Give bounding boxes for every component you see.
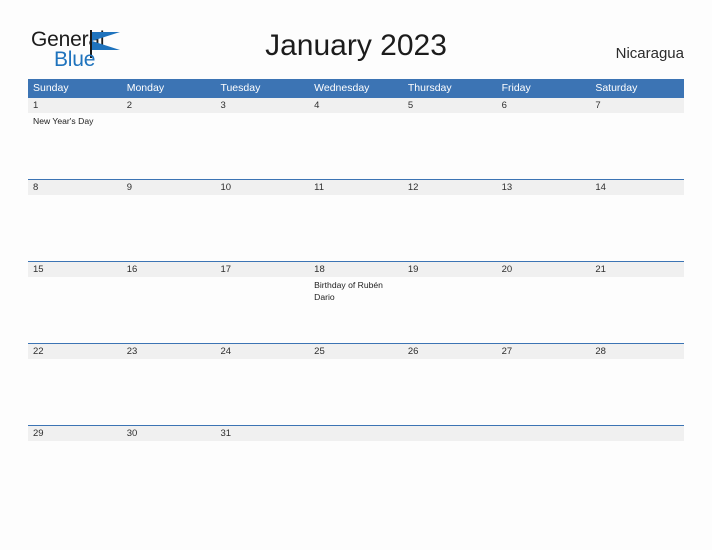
day-number: 3 xyxy=(220,100,226,111)
day-number: 13 xyxy=(501,182,513,193)
weekday-header-thursday: Thursday xyxy=(407,82,452,94)
day-number: 22 xyxy=(33,346,44,357)
day-number: 15 xyxy=(33,264,44,275)
day-cell[interactable]: 27 xyxy=(497,344,591,425)
page-title: January 2023 xyxy=(265,29,447,62)
day-number: 28 xyxy=(595,346,606,357)
day-cell[interactable]: 30 xyxy=(122,426,216,507)
day-cell[interactable]: 17 xyxy=(215,262,309,343)
calendar-grid: Sunday Monday Tuesday Wednesday Thursday… xyxy=(28,79,684,507)
day-number: 7 xyxy=(595,100,601,111)
day-cell[interactable]: 1 New Year's Day xyxy=(28,98,122,179)
day-cell[interactable]: 21 xyxy=(590,262,684,343)
day-cell[interactable]: 18 Birthday of Rubén Dario xyxy=(309,262,403,343)
day-number: 16 xyxy=(126,264,138,275)
page-header: General Blue January 2023 Nicaragua xyxy=(0,0,712,76)
day-cell[interactable]: 6 xyxy=(497,98,591,179)
day-cell[interactable]: 24 xyxy=(215,344,309,425)
day-cell-empty xyxy=(309,426,403,507)
day-cell[interactable]: 19 xyxy=(403,262,497,343)
day-number: 10 xyxy=(220,182,232,193)
day-cell[interactable]: 12 xyxy=(403,180,497,261)
day-cell[interactable]: 13 xyxy=(497,180,591,261)
country-label: Nicaragua xyxy=(615,45,684,62)
day-cell[interactable]: 4 xyxy=(309,98,403,179)
day-cell[interactable]: 2 xyxy=(122,98,216,179)
day-number: 20 xyxy=(501,264,513,275)
day-number: 4 xyxy=(314,100,320,111)
day-cell-empty xyxy=(590,426,684,507)
day-number: 5 xyxy=(407,100,414,111)
day-number: 29 xyxy=(33,428,44,439)
day-number: 24 xyxy=(220,346,232,357)
day-cell[interactable]: 9 xyxy=(122,180,216,261)
day-cell[interactable]: 28 xyxy=(590,344,684,425)
day-number: 30 xyxy=(126,428,138,439)
day-cell[interactable]: 11 xyxy=(309,180,403,261)
day-number: 9 xyxy=(126,182,133,193)
day-number: 27 xyxy=(501,346,513,357)
day-cell[interactable]: 20 xyxy=(497,262,591,343)
weekday-header-tuesday: Tuesday xyxy=(220,82,261,94)
day-number: 25 xyxy=(314,346,325,357)
day-cell-empty xyxy=(403,426,497,507)
day-cell[interactable]: 15 xyxy=(28,262,122,343)
calendar-page: General Blue January 2023 Nicaragua Sund… xyxy=(0,0,712,550)
weekday-header-friday: Friday xyxy=(501,82,531,94)
day-cell[interactable]: 31 xyxy=(215,426,309,507)
day-event: Birthday of Rubén Dario xyxy=(314,280,383,302)
day-cell[interactable]: 14 xyxy=(590,180,684,261)
day-cell[interactable]: 8 xyxy=(28,180,122,261)
day-number: 23 xyxy=(126,346,138,357)
day-number: 19 xyxy=(407,264,419,275)
day-cell[interactable]: 22 xyxy=(28,344,122,425)
day-event: New Year's Day xyxy=(33,116,94,126)
day-number: 12 xyxy=(407,182,419,193)
day-cell[interactable]: 29 xyxy=(28,426,122,507)
day-cell[interactable]: 16 xyxy=(122,262,216,343)
day-number: 1 xyxy=(33,100,39,111)
day-cell[interactable]: 3 xyxy=(215,98,309,179)
calendar-week-row: 29 30 31 xyxy=(28,425,684,507)
day-number: 17 xyxy=(220,264,232,275)
calendar-week-row: 15 16 17 18 Birthday of Rubén Dario 19 2… xyxy=(28,261,684,343)
day-number: 8 xyxy=(33,182,39,193)
day-cell[interactable]: 10 xyxy=(215,180,309,261)
day-number: 21 xyxy=(595,264,606,275)
day-cell[interactable]: 7 xyxy=(590,98,684,179)
day-cell[interactable]: 25 xyxy=(309,344,403,425)
day-number: 2 xyxy=(126,100,133,111)
weekday-header-row: Sunday Monday Tuesday Wednesday Thursday… xyxy=(28,79,684,97)
weekday-header-sunday: Sunday xyxy=(33,82,69,94)
day-number: 11 xyxy=(314,182,325,193)
day-cell[interactable]: 5 xyxy=(403,98,497,179)
day-cell[interactable]: 23 xyxy=(122,344,216,425)
day-number: 6 xyxy=(501,100,507,111)
weekday-header-monday: Monday xyxy=(126,82,165,94)
day-number: 26 xyxy=(407,346,419,357)
calendar-week-row: 8 9 10 11 12 13 14 xyxy=(28,179,684,261)
day-number: 14 xyxy=(595,182,606,193)
weekday-header-wednesday: Wednesday xyxy=(314,82,370,94)
day-number: 18 xyxy=(314,264,325,275)
day-cell-empty xyxy=(497,426,591,507)
calendar-week-row: 1 New Year's Day 2 3 4 5 6 7 xyxy=(28,97,684,179)
day-number: 31 xyxy=(220,428,232,439)
calendar-week-row: 22 23 24 25 26 27 28 xyxy=(28,343,684,425)
day-cell[interactable]: 26 xyxy=(403,344,497,425)
weekday-header-saturday: Saturday xyxy=(595,82,638,94)
